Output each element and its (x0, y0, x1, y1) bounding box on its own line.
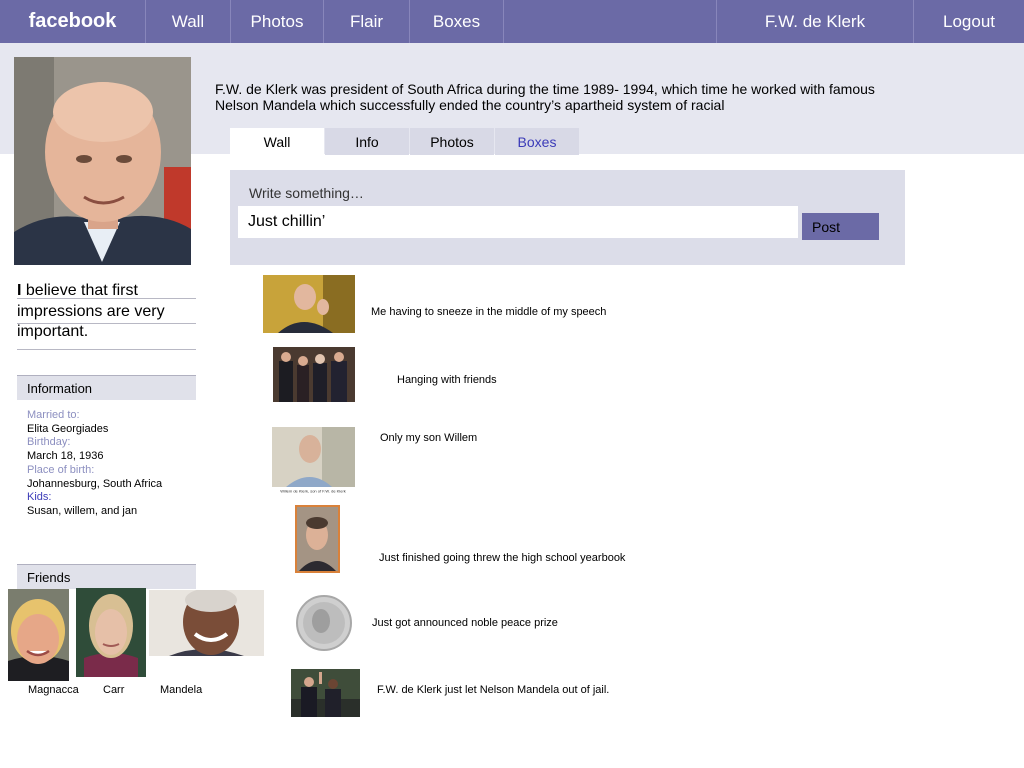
quote-divider (17, 298, 196, 299)
friend-photo-carr[interactable] (76, 588, 146, 677)
friend-name-magnacca[interactable]: Magnacca (28, 684, 79, 696)
status-composer: Write something… Post (230, 170, 905, 265)
quote-text: believe that first impressions are very … (17, 282, 165, 340)
birthday-label: Birthday: (27, 436, 71, 449)
married-value: Elita Georgiades (27, 422, 109, 435)
friend-photo-mandela[interactable] (149, 590, 264, 656)
post-button[interactable]: Post (802, 213, 879, 240)
quote-divider (17, 323, 196, 324)
friend-photo-magnacca[interactable] (8, 589, 69, 681)
birthplace-label: Place of birth: (27, 463, 95, 476)
feed-photo-release[interactable] (291, 669, 360, 717)
feed-caption-release: F.W. de Klerk just let Nelson Mandela ou… (377, 684, 610, 696)
facebook-logo[interactable]: facebook (0, 0, 145, 43)
kids-value: Susan, willem, and jan (27, 504, 138, 517)
feed-photo-speech[interactable] (263, 275, 355, 333)
nav-divider (503, 0, 504, 43)
photo-caption: Willem de Klerk, son of F.W. de Klerk (280, 489, 346, 494)
top-nav-bar: facebook Wall Photos Flair Boxes F.W. de… (0, 0, 1024, 43)
composer-label: Write something… (249, 185, 364, 201)
quote-divider (17, 349, 196, 350)
nav-profile-link[interactable]: F.W. de Klerk (717, 0, 913, 43)
profile-bio: F.W. de Klerk was president of South Afr… (215, 81, 875, 113)
nav-photos-link[interactable]: Photos (231, 0, 323, 43)
feed-caption-medal: Just got announced noble peace prize (372, 617, 558, 629)
feed-photo-friends[interactable] (273, 347, 355, 402)
logout-link[interactable]: Logout (914, 0, 1024, 43)
feed-caption-yearbook: Just finished going threw the high schoo… (379, 552, 626, 564)
married-label: Married to: (27, 409, 80, 421)
friends-header: Friends (17, 564, 196, 589)
nav-boxes-link[interactable]: Boxes (410, 0, 503, 43)
kids-label[interactable]: Kids: (27, 491, 197, 505)
status-input[interactable] (238, 206, 798, 238)
feed-photo-yearbook[interactable] (295, 505, 340, 573)
nav-wall-link[interactable]: Wall (146, 0, 230, 43)
tab-wall[interactable]: Wall (230, 128, 324, 155)
friend-name-mandela[interactable]: Mandela (160, 684, 202, 696)
friend-name-carr[interactable]: Carr (103, 684, 124, 696)
feed-caption-speech: Me having to sneeze in the middle of my … (371, 306, 607, 318)
information-list: Married to: Elita Georgiades Birthday: M… (27, 409, 197, 519)
feed-caption-willem: Only my son Willem (380, 432, 478, 444)
tab-boxes[interactable]: Boxes (495, 128, 579, 155)
profile-quote: I believe that first impressions are ver… (17, 281, 196, 343)
tab-info[interactable]: Info (325, 128, 409, 155)
profile-picture[interactable] (14, 57, 191, 265)
tab-photos[interactable]: Photos (410, 128, 494, 155)
feed-photo-medal[interactable] (293, 594, 355, 652)
information-header: Information (17, 375, 196, 400)
nav-flair-link[interactable]: Flair (324, 0, 409, 43)
feed-caption-friends: Hanging with friends (397, 374, 497, 386)
birthplace-value: Johannesburg, South Africa (27, 477, 163, 490)
feed-photo-willem[interactable]: Willem de Klerk, son of F.W. de Klerk (272, 427, 355, 494)
birthday-value: March 18, 1936 (27, 450, 104, 463)
